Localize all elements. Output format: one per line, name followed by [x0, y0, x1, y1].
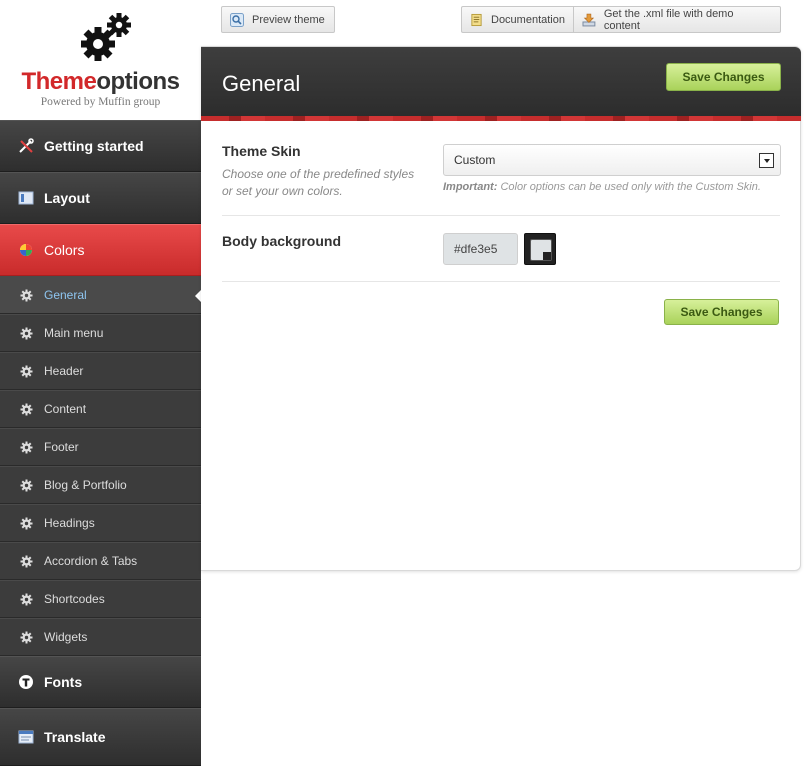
- chevron-down-icon: [759, 153, 774, 168]
- magnifier-icon: [230, 12, 244, 27]
- theme-skin-selected-value: Custom: [454, 153, 496, 167]
- gear-icon: [20, 441, 33, 454]
- logo: Themeoptions Powered by Muffin group: [0, 0, 201, 120]
- save-changes-button-bottom[interactable]: Save Changes: [664, 299, 779, 325]
- sidebar-item-fonts[interactable]: Fonts: [0, 656, 201, 708]
- gear-icon: [20, 631, 33, 644]
- sidebar-item-footer[interactable]: Footer: [0, 428, 201, 466]
- sidebar-item-layout[interactable]: Layout: [0, 172, 201, 224]
- body-background-input[interactable]: #dfe3e5: [443, 233, 518, 265]
- sidebar-item-getting-started[interactable]: Getting started: [0, 120, 201, 172]
- preview-theme-button[interactable]: Preview theme: [221, 6, 335, 33]
- gears-logo-icon: [81, 13, 131, 61]
- divider: [222, 281, 780, 282]
- sidebar-item-translate[interactable]: Translate: [0, 708, 201, 766]
- layout-icon: [18, 191, 34, 205]
- sidebar: Getting started Layout Colors General Ma…: [0, 120, 201, 766]
- theme-skin-label: Theme Skin: [222, 143, 301, 159]
- color-picker-icon[interactable]: [524, 233, 556, 265]
- gear-icon: [20, 403, 33, 416]
- body-background-label: Body background: [222, 233, 342, 249]
- color-wheel-icon: [20, 244, 32, 256]
- gear-icon: [20, 365, 33, 378]
- panel-header: General Save Changes: [201, 47, 801, 121]
- sidebar-item-colors[interactable]: Colors: [0, 224, 201, 276]
- save-changes-button-top[interactable]: Save Changes: [666, 63, 781, 91]
- download-xml-button[interactable]: Get the .xml file with demo content: [573, 6, 781, 33]
- gear-icon: [20, 517, 33, 530]
- sidebar-item-widgets[interactable]: Widgets: [0, 618, 201, 656]
- gear-icon: [20, 479, 33, 492]
- gear-icon: [20, 327, 33, 340]
- document-icon: [471, 13, 482, 26]
- gear-icon: [20, 593, 33, 606]
- sidebar-item-content[interactable]: Content: [0, 390, 201, 428]
- gear-icon: [20, 289, 33, 302]
- download-icon: [582, 13, 596, 26]
- sidebar-item-header[interactable]: Header: [0, 352, 201, 390]
- sidebar-item-shortcodes[interactable]: Shortcodes: [0, 580, 201, 618]
- theme-skin-description: Choose one of the predefined styles or s…: [222, 167, 415, 198]
- sidebar-item-general[interactable]: General: [0, 276, 201, 314]
- tools-icon: [19, 138, 34, 153]
- translate-icon: [18, 730, 34, 744]
- divider: [222, 215, 780, 216]
- gear-icon: [20, 555, 33, 568]
- theme-skin-note: Important: Color options can be used onl…: [443, 181, 761, 193]
- theme-skin-select[interactable]: Custom: [443, 144, 781, 176]
- sidebar-item-accordion-tabs[interactable]: Accordion & Tabs: [0, 542, 201, 580]
- brand-tagline: Powered by Muffin group: [40, 96, 161, 108]
- page-title: General: [222, 71, 301, 96]
- sidebar-item-main-menu[interactable]: Main menu: [0, 314, 201, 352]
- font-icon: [19, 675, 33, 689]
- settings-panel: General Save Changes Theme Skin Choose o…: [201, 46, 801, 571]
- brand-name: Themeoptions: [21, 68, 180, 95]
- documentation-button[interactable]: Documentation: [461, 6, 574, 33]
- sidebar-item-headings[interactable]: Headings: [0, 504, 201, 542]
- sidebar-item-blog-portfolio[interactable]: Blog & Portfolio: [0, 466, 201, 504]
